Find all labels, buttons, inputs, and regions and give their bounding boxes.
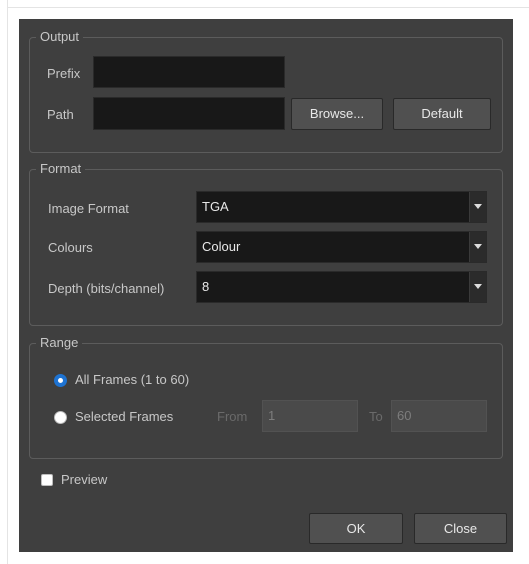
selected-frames-label[interactable]: Selected Frames bbox=[75, 409, 173, 425]
selected-frames-radio[interactable] bbox=[54, 411, 67, 424]
ok-button[interactable]: OK bbox=[309, 513, 403, 544]
prefix-input[interactable] bbox=[93, 56, 285, 88]
output-group: Output Prefix Path Browse... Default bbox=[29, 29, 503, 153]
format-group: Format Image Format TGA Colours Colour D… bbox=[29, 161, 503, 326]
colours-value: Colour bbox=[202, 239, 241, 254]
prefix-label: Prefix bbox=[47, 66, 81, 81]
preview-checkbox[interactable] bbox=[41, 474, 53, 486]
image-format-label: Image Format bbox=[48, 201, 129, 216]
from-label: From bbox=[217, 409, 248, 424]
frame-border-top bbox=[7, 7, 529, 8]
depth-label: Depth (bits/channel) bbox=[48, 281, 165, 296]
from-input[interactable]: 1 bbox=[262, 400, 358, 432]
close-button[interactable]: Close bbox=[414, 513, 507, 544]
depth-select[interactable]: 8 bbox=[196, 271, 487, 303]
path-input[interactable] bbox=[93, 97, 285, 130]
image-format-select[interactable]: TGA bbox=[196, 191, 487, 223]
export-dialog: Output Prefix Path Browse... Default For… bbox=[19, 19, 513, 552]
colours-label: Colours bbox=[48, 240, 93, 255]
all-frames-label[interactable]: All Frames (1 to 60) bbox=[75, 372, 189, 388]
range-group-title: Range bbox=[36, 335, 83, 351]
colours-select[interactable]: Colour bbox=[196, 231, 487, 263]
default-button[interactable]: Default bbox=[393, 98, 491, 130]
to-input[interactable]: 60 bbox=[391, 400, 487, 432]
preview-label[interactable]: Preview bbox=[61, 472, 107, 488]
image-format-value: TGA bbox=[202, 199, 229, 214]
chevron-down-icon[interactable] bbox=[469, 272, 486, 302]
browse-button[interactable]: Browse... bbox=[291, 98, 383, 130]
depth-value: 8 bbox=[202, 279, 210, 294]
all-frames-radio[interactable] bbox=[54, 374, 67, 387]
to-label: To bbox=[369, 409, 383, 424]
chevron-down-icon[interactable] bbox=[469, 192, 486, 222]
path-label: Path bbox=[47, 107, 74, 122]
range-group: Range All Frames (1 to 60) Selected Fram… bbox=[29, 335, 503, 459]
format-group-title: Format bbox=[36, 161, 86, 177]
chevron-down-icon[interactable] bbox=[469, 232, 486, 262]
output-group-title: Output bbox=[36, 29, 84, 45]
frame-border-left bbox=[7, 0, 8, 564]
